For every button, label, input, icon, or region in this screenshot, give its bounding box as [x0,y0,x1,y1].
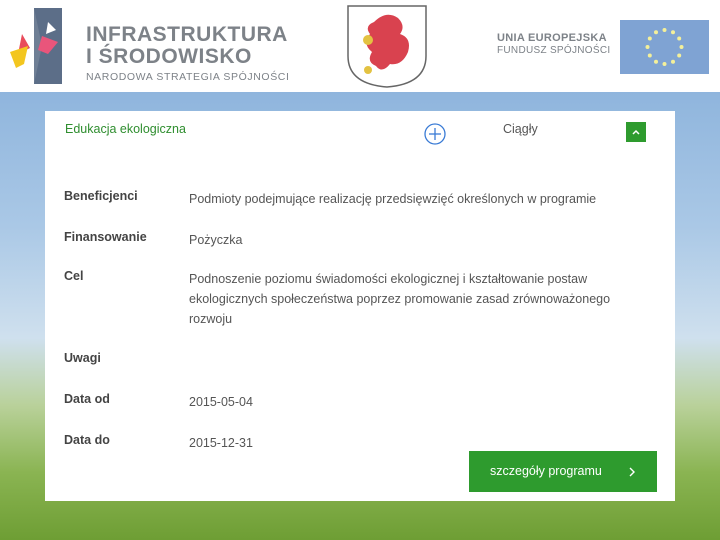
logo-line2: I ŚRODOWISKO [86,45,252,68]
collapse-button[interactable] [626,122,646,142]
eu-line2: FUNDUSZ SPÓJNOŚCI [497,45,611,56]
field-label: Data do [64,433,110,447]
field-value: Podmioty podejmujące realizację przedsię… [189,192,597,206]
field-label: Beneficjenci [64,189,138,203]
field-label: Finansowanie [64,230,147,244]
eu-flag-icon [620,20,709,74]
field-label: Data od [64,392,110,406]
chevron-up-icon [632,129,640,135]
field-value: 2015-12-31 [189,436,253,450]
program-details-label: szczegóły programu [490,464,602,478]
chevron-right-icon [629,467,635,477]
infrastruktura-logo-icon [8,6,64,86]
logo-line1: INFRASTRUKTURA [86,23,288,46]
program-details-button[interactable]: szczegóły programu [469,451,657,492]
field-value: 2015-05-04 [189,395,253,409]
field-value: Podnoszenie poziomu świadomości ekologic… [189,272,611,326]
plus-circle-icon[interactable] [424,123,446,145]
field-label: Cel [64,269,84,283]
logo-line3: NARODOWA STRATEGIA SPÓJNOŚCI [86,71,290,83]
eu-line1: UNIA EUROPEJSKA [497,32,607,44]
header: INFRASTRUKTURA I ŚRODOWISKO NARODOWA STR… [0,0,720,92]
program-type: Ciągły [503,122,538,136]
field-label: Uwagi [64,351,101,365]
griffin-crest-icon [346,4,428,88]
logo-text: INFRASTRUKTURA I ŚRODOWISKO NARODOWA STR… [86,23,290,84]
program-title[interactable]: Edukacja ekologiczna [65,122,186,136]
eu-text: UNIA EUROPEJSKA FUNDUSZ SPÓJNOŚCI [497,32,610,56]
program-panel: Edukacja ekologiczna Ciągły Beneficjenci… [45,111,675,501]
field-value: Pożyczka [189,233,243,247]
